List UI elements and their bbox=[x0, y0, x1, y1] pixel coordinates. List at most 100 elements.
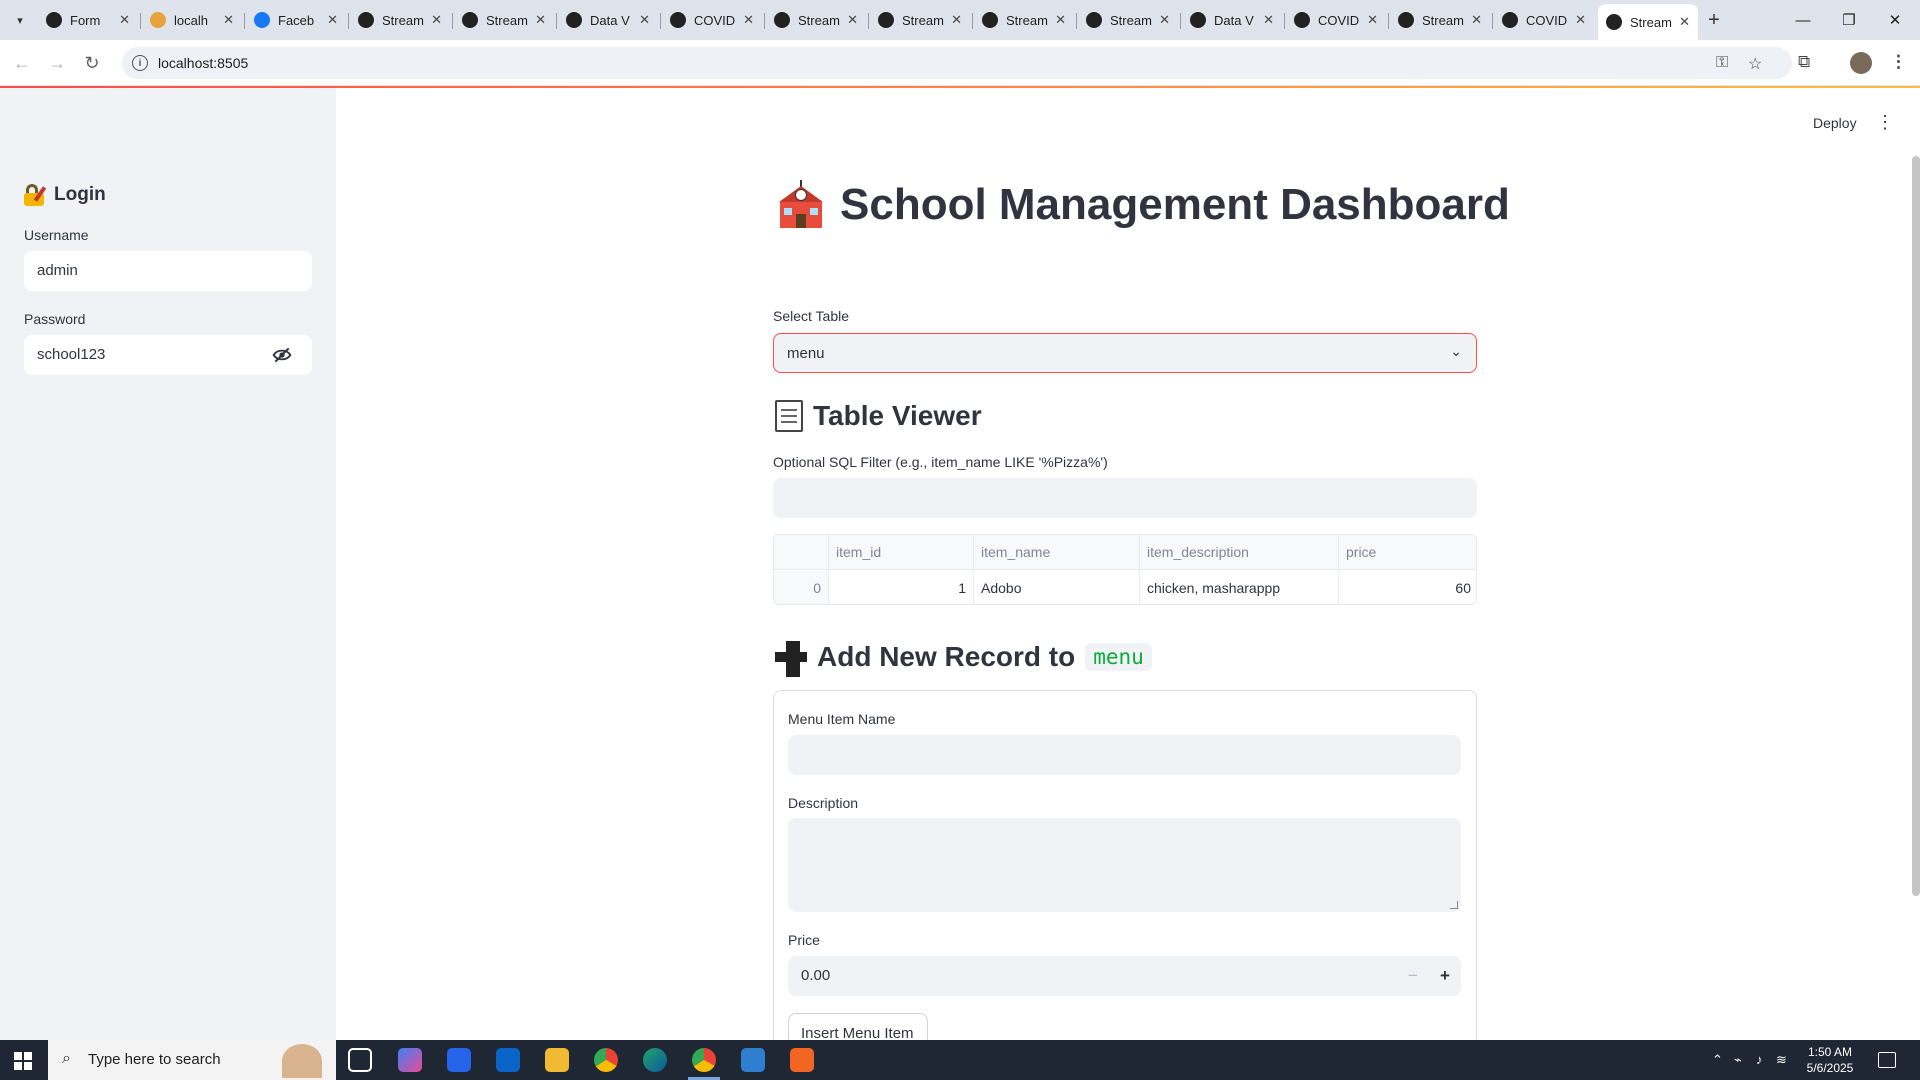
browser-tab[interactable]: COVID ✕ bbox=[1286, 6, 1386, 34]
table-header-item-name[interactable]: item_name bbox=[974, 535, 1140, 570]
notification-center-icon[interactable] bbox=[1878, 1052, 1896, 1068]
table-header-index[interactable] bbox=[774, 535, 829, 570]
extensions-puzzle-icon[interactable]: ⧉ bbox=[1798, 52, 1810, 72]
forward-arrow-icon[interactable]: → bbox=[45, 51, 69, 75]
browser-tab[interactable]: Stream ✕ bbox=[974, 6, 1074, 34]
tab-close-icon[interactable]: ✕ bbox=[1679, 14, 1690, 30]
taskbar-search-box[interactable]: ⌕ Type here to search bbox=[48, 1040, 336, 1080]
select-table-value: menu bbox=[787, 345, 825, 362]
copilot-icon[interactable] bbox=[398, 1048, 422, 1072]
network-plug-icon[interactable]: ⌁ bbox=[1734, 1052, 1742, 1068]
tab-close-icon[interactable]: ✕ bbox=[327, 12, 338, 28]
chrome-profile-icon[interactable] bbox=[688, 1048, 720, 1080]
menu-item-name-input[interactable] bbox=[788, 735, 1461, 775]
page-title: School Management Dashboard bbox=[776, 180, 1510, 230]
add-record-heading: Add New Record to menu bbox=[775, 641, 1152, 677]
table-header-item-id[interactable]: item_id bbox=[829, 535, 974, 570]
tab-close-icon[interactable]: ✕ bbox=[743, 12, 754, 28]
tab-close-icon[interactable]: ✕ bbox=[847, 12, 858, 28]
tab-close-icon[interactable]: ✕ bbox=[1367, 12, 1378, 28]
plus-icon bbox=[775, 641, 807, 677]
browser-tab[interactable]: COVID ✕ bbox=[662, 6, 762, 34]
table-cell-price[interactable]: 60 bbox=[1339, 571, 1476, 604]
chrome-icon[interactable] bbox=[594, 1048, 618, 1072]
browser-tab[interactable]: COVID ✕ bbox=[1494, 6, 1594, 34]
tab-separator bbox=[972, 13, 973, 29]
description-textarea[interactable] bbox=[788, 818, 1461, 912]
data-table[interactable]: item_id item_name item_description price… bbox=[773, 534, 1477, 605]
resize-grip-icon[interactable] bbox=[1450, 901, 1458, 909]
tab-close-icon[interactable]: ✕ bbox=[1055, 12, 1066, 28]
browser-tab[interactable]: Stream ✕ bbox=[1390, 6, 1490, 34]
table-header-item-description[interactable]: item_description bbox=[1140, 535, 1339, 570]
microsoft-store-icon[interactable] bbox=[447, 1048, 471, 1072]
tab-title: COVID bbox=[694, 12, 736, 28]
tab-close-icon[interactable]: ✕ bbox=[119, 12, 130, 28]
browser-tab[interactable]: Stream ✕ bbox=[350, 6, 450, 34]
browser-tab[interactable]: Faceb ✕ bbox=[246, 6, 346, 34]
bookmark-star-icon[interactable]: ☆ bbox=[1748, 54, 1762, 74]
select-table-dropdown[interactable]: menu ⌄ bbox=[773, 333, 1477, 373]
tab-close-icon[interactable]: ✕ bbox=[639, 12, 650, 28]
price-number-input[interactable]: 0.00 − + bbox=[788, 956, 1461, 996]
task-view-icon[interactable] bbox=[348, 1048, 372, 1072]
site-info-icon[interactable]: i bbox=[132, 55, 148, 71]
edge-icon[interactable] bbox=[643, 1048, 667, 1072]
tab-close-icon[interactable]: ✕ bbox=[951, 12, 962, 28]
table-viewer-heading: Table Viewer bbox=[775, 400, 982, 432]
deploy-button[interactable]: Deploy bbox=[1813, 115, 1857, 131]
table-header-price[interactable]: price bbox=[1339, 535, 1476, 570]
xampp-icon[interactable] bbox=[790, 1048, 814, 1072]
hide-password-eye-icon[interactable] bbox=[272, 346, 292, 364]
browser-tab[interactable]: localh ✕ bbox=[142, 6, 242, 34]
file-explorer-icon[interactable] bbox=[545, 1048, 569, 1072]
browser-tab[interactable]: Form ✕ bbox=[38, 6, 138, 34]
price-increment-button[interactable]: + bbox=[1429, 956, 1461, 996]
browser-tab[interactable]: Data V ✕ bbox=[558, 6, 658, 34]
minimize-icon[interactable]: — bbox=[1780, 6, 1826, 34]
new-tab-button[interactable]: + bbox=[1702, 8, 1726, 32]
table-row[interactable]: 0 1 Adobo chicken, masharappp 60 bbox=[774, 571, 1476, 604]
tab-close-icon[interactable]: ✕ bbox=[1471, 12, 1482, 28]
table-cell-item-description[interactable]: chicken, masharappp bbox=[1140, 571, 1339, 604]
tab-close-icon[interactable]: ✕ bbox=[1575, 12, 1586, 28]
tab-close-icon[interactable]: ✕ bbox=[431, 12, 442, 28]
windows-start-icon[interactable] bbox=[14, 1052, 32, 1070]
tab-close-icon[interactable]: ✕ bbox=[535, 12, 546, 28]
browser-tab[interactable]: Stream ✕ bbox=[454, 6, 554, 34]
tab-close-icon[interactable]: ✕ bbox=[1263, 12, 1274, 28]
tab-search-chevron-icon[interactable]: ▾ bbox=[8, 8, 32, 32]
reload-icon[interactable]: ↻ bbox=[80, 51, 104, 75]
back-arrow-icon[interactable]: ← bbox=[10, 51, 34, 75]
profile-avatar[interactable] bbox=[1850, 52, 1872, 74]
password-input[interactable]: school123 bbox=[24, 335, 312, 375]
wifi-icon[interactable]: ≋ bbox=[1776, 1052, 1787, 1068]
close-window-icon[interactable]: ✕ bbox=[1872, 6, 1918, 34]
app-menu-icon[interactable]: ⋮ bbox=[1876, 113, 1894, 131]
restore-icon[interactable]: ❐ bbox=[1826, 6, 1872, 34]
table-cell-item-id[interactable]: 1 bbox=[829, 571, 974, 604]
tab-separator bbox=[1284, 13, 1285, 29]
tab-close-icon[interactable]: ✕ bbox=[1159, 12, 1170, 28]
tray-overflow-chevron-icon[interactable]: ⌃ bbox=[1712, 1052, 1723, 1068]
price-decrement-button[interactable]: − bbox=[1397, 956, 1429, 996]
browser-tab[interactable]: Stream ✕ bbox=[1598, 4, 1698, 40]
volume-icon[interactable]: ♪ bbox=[1756, 1052, 1763, 1067]
password-key-icon[interactable]: ⚿ bbox=[1716, 54, 1728, 72]
taskbar-search-placeholder: Type here to search bbox=[88, 1051, 221, 1068]
tab-close-icon[interactable]: ✕ bbox=[223, 12, 234, 28]
vscode-icon[interactable] bbox=[741, 1048, 765, 1072]
browser-tab[interactable]: Stream ✕ bbox=[1078, 6, 1178, 34]
address-bar[interactable]: i localhost:8505 ⚿ ☆ bbox=[122, 47, 1792, 79]
taskbar-clock[interactable]: 1:50 AM 5/6/2025 bbox=[1792, 1044, 1868, 1076]
sql-filter-input[interactable] bbox=[773, 478, 1477, 518]
page-title-text: School Management Dashboard bbox=[840, 180, 1510, 229]
browser-tab[interactable]: Stream ✕ bbox=[766, 6, 866, 34]
browser-tab[interactable]: Data V ✕ bbox=[1182, 6, 1282, 34]
page-scrollbar[interactable] bbox=[1912, 156, 1920, 896]
browser-tab[interactable]: Stream ✕ bbox=[870, 6, 970, 34]
outlook-icon[interactable] bbox=[496, 1048, 520, 1072]
browser-menu-icon[interactable]: ⋮ bbox=[1890, 52, 1907, 72]
username-input[interactable]: admin bbox=[24, 251, 312, 291]
table-cell-item-name[interactable]: Adobo bbox=[974, 571, 1140, 604]
